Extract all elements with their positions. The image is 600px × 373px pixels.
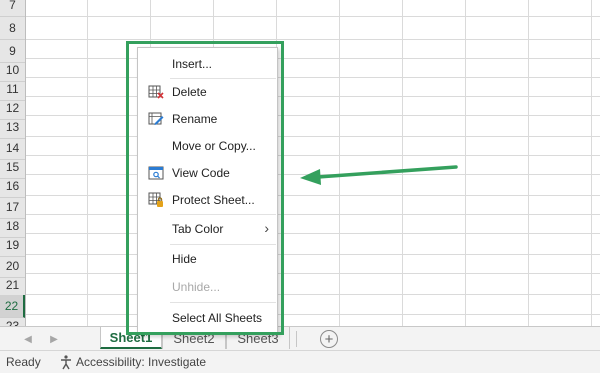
- gridline: [26, 77, 600, 78]
- gridline: [26, 254, 600, 255]
- row-header[interactable]: 16: [0, 175, 25, 198]
- row-header[interactable]: 23: [0, 315, 25, 326]
- gridline: [26, 16, 600, 17]
- scroll-tabs-left-icon[interactable]: ◀: [20, 331, 36, 347]
- gridline: [26, 214, 600, 215]
- status-ready: Ready: [6, 355, 41, 369]
- gridline: [26, 273, 600, 274]
- annotation-arrow-icon: [300, 165, 458, 185]
- scroll-tabs-right-icon[interactable]: ▶: [46, 331, 62, 347]
- gridline: [465, 0, 466, 326]
- gridline: [26, 233, 600, 234]
- row-header[interactable]: 7: [0, 0, 25, 17]
- highlight-box: [126, 41, 284, 335]
- accessibility-icon[interactable]: [58, 354, 74, 370]
- row-header[interactable]: 13: [0, 116, 25, 139]
- gridline: [26, 115, 600, 116]
- gridline: [26, 314, 600, 315]
- gridline: [26, 195, 600, 196]
- tab-divider: [296, 331, 297, 347]
- sheet-tab-bar: ◀ ▶ Sheet1 Sheet2 Sheet3 +: [0, 326, 600, 351]
- gridline: [26, 96, 600, 97]
- gridline: [26, 58, 600, 59]
- gridline: [26, 155, 600, 156]
- gridline: [87, 0, 88, 326]
- status-bar: Ready Accessibility: Investigate: [0, 350, 600, 373]
- gridline: [26, 136, 600, 137]
- row-header[interactable]: 8: [0, 17, 25, 40]
- add-sheet-button[interactable]: +: [320, 330, 338, 348]
- row-header[interactable]: 19: [0, 234, 25, 257]
- row-headers: 7 8 9 10 11 12 13 14 15 16 17 18 19 20 2…: [0, 0, 26, 326]
- gridline: [591, 0, 592, 326]
- accessibility-status[interactable]: Accessibility: Investigate: [76, 355, 206, 369]
- row-header[interactable]: 21: [0, 274, 25, 297]
- gridline: [26, 39, 600, 40]
- gridline: [528, 0, 529, 326]
- gridline: [26, 294, 600, 295]
